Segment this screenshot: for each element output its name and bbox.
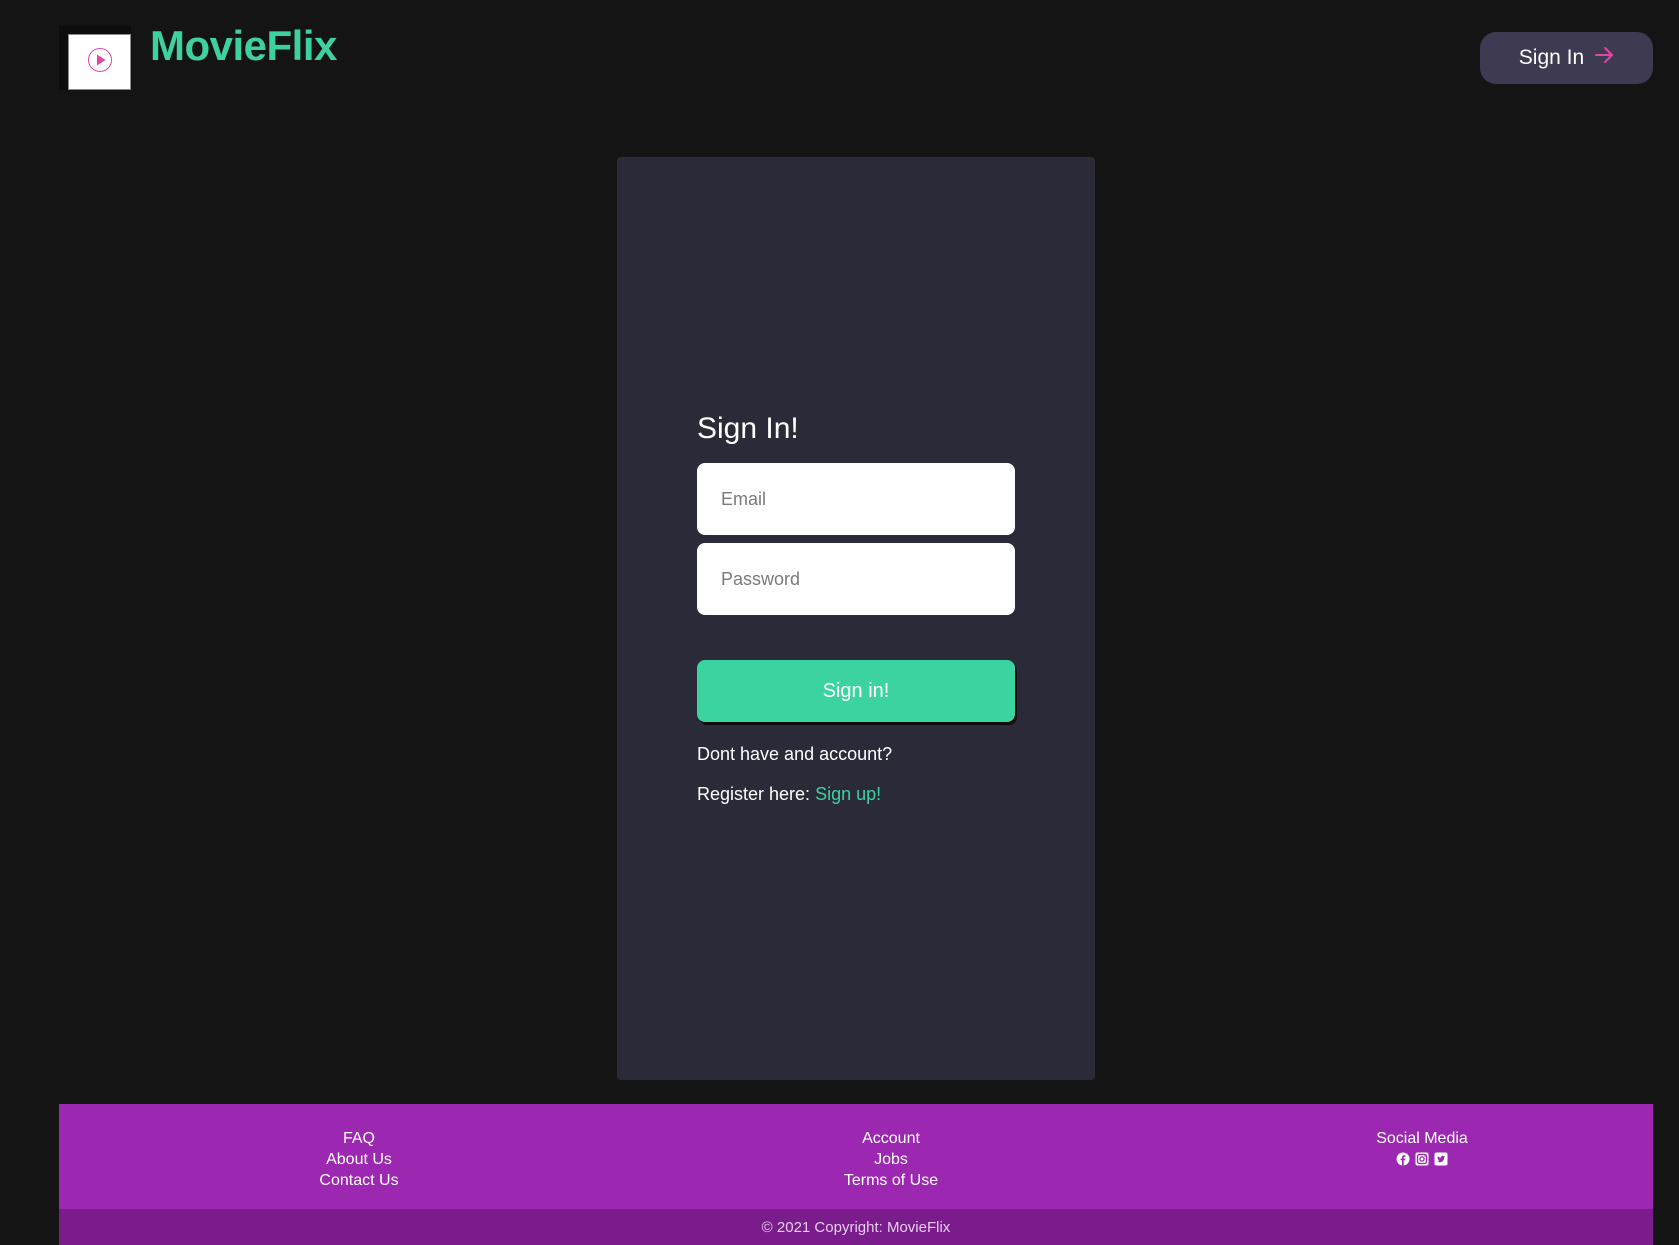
- logo[interactable]: [59, 26, 131, 90]
- footer-link-contact-us[interactable]: Contact Us: [259, 1170, 459, 1191]
- footer-link-faq[interactable]: FAQ: [259, 1128, 459, 1149]
- site-header: MovieFlix Sign In: [0, 0, 1679, 110]
- copyright-bar: © 2021 Copyright: MovieFlix: [59, 1209, 1653, 1245]
- password-field[interactable]: [697, 543, 1015, 615]
- brand-name[interactable]: MovieFlix: [150, 22, 337, 70]
- footer-link-account[interactable]: Account: [791, 1128, 991, 1149]
- header-sign-in-button[interactable]: Sign In: [1480, 32, 1653, 84]
- sign-in-submit-button[interactable]: Sign in!: [697, 660, 1015, 722]
- social-icons: [1322, 1152, 1522, 1166]
- register-prefix: Register here:: [697, 784, 811, 804]
- footer-column-social: Social Media: [1322, 1128, 1522, 1166]
- sign-in-title: Sign In!: [697, 412, 799, 445]
- play-circle-icon: [87, 47, 113, 78]
- sign-in-card: Sign In! Sign in! Dont have and account?…: [617, 157, 1095, 1080]
- instagram-icon[interactable]: [1415, 1152, 1429, 1166]
- arrow-right-icon: [1594, 46, 1614, 70]
- register-line: Register here: Sign up!: [697, 784, 881, 805]
- site-footer: FAQ About Us Contact Us Account Jobs Ter…: [59, 1104, 1653, 1245]
- footer-column-account: Account Jobs Terms of Use: [791, 1128, 991, 1191]
- social-media-title: Social Media: [1376, 1130, 1468, 1147]
- header-sign-in-label: Sign In: [1518, 46, 1585, 69]
- logo-image: [68, 34, 131, 90]
- footer-link-terms-of-use[interactable]: Terms of Use: [791, 1170, 991, 1191]
- footer-link-about-us[interactable]: About Us: [259, 1149, 459, 1170]
- no-account-text: Dont have and account?: [697, 744, 893, 764]
- footer-column-help: FAQ About Us Contact Us: [259, 1128, 459, 1191]
- copyright-text: © 2021 Copyright: MovieFlix: [761, 1219, 951, 1236]
- email-field[interactable]: [697, 463, 1015, 535]
- facebook-icon[interactable]: [1396, 1152, 1410, 1166]
- sign-up-link[interactable]: Sign up!: [815, 784, 881, 804]
- twitter-icon[interactable]: [1434, 1152, 1448, 1166]
- footer-link-jobs[interactable]: Jobs: [791, 1149, 991, 1170]
